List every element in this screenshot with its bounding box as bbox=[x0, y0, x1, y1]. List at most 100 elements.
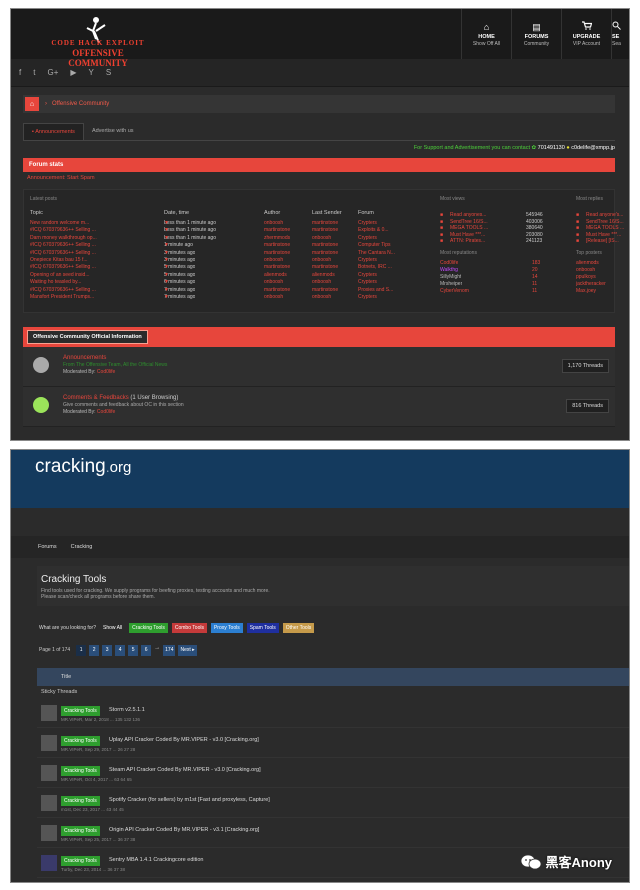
reply-topic[interactable]: Read anyone's... bbox=[586, 212, 629, 218]
avatar[interactable] bbox=[41, 795, 57, 811]
poster-name[interactable]: Max.joey bbox=[576, 288, 596, 294]
poster-name[interactable]: ppulkoys bbox=[576, 274, 596, 280]
filter-button[interactable]: Combo Tools bbox=[171, 623, 207, 633]
forum-row-feedback[interactable]: Comments & Feedbacks (1 User Browsing) G… bbox=[23, 387, 615, 427]
reply-topic[interactable]: Must Have ***... bbox=[586, 232, 629, 238]
prefix-badge[interactable]: Cracking Tools bbox=[61, 766, 100, 776]
prefix-badge[interactable]: Cracking Tools bbox=[61, 736, 100, 746]
document-icon: ▤ bbox=[532, 21, 541, 32]
nav-home-sub: Show Off All bbox=[472, 40, 501, 47]
thread-title[interactable]: Uplay API Cracker Coded By MR.VIPER - v3… bbox=[109, 737, 259, 743]
list-item[interactable]: jacktheracker bbox=[24, 281, 614, 288]
list-item[interactable]: alienmods bbox=[24, 260, 614, 267]
avatar[interactable] bbox=[41, 735, 57, 751]
prefix-badge[interactable]: Cracking Tools bbox=[61, 706, 100, 716]
youtube-icon[interactable]: ▶ bbox=[70, 68, 76, 77]
site-logo[interactable]: cracking.org bbox=[35, 456, 131, 478]
filter-button[interactable]: Proxy Tools bbox=[210, 623, 243, 633]
cracking-org-screenshot: cracking.org Forums Cracking Cracking To… bbox=[10, 449, 630, 883]
table-row[interactable]: Mansfort President Trumps... ▼ 7 minutes … bbox=[24, 294, 614, 301]
prefix-badge[interactable]: Cracking Tools bbox=[61, 796, 100, 806]
forum-title[interactable]: Announcements bbox=[63, 355, 106, 361]
col-title[interactable]: Title bbox=[61, 674, 71, 680]
avatar[interactable] bbox=[41, 765, 57, 781]
page-button[interactable]: 174 bbox=[163, 644, 176, 656]
poster-name[interactable]: jacktheracker bbox=[576, 281, 606, 287]
tab-announcements[interactable]: ▪ Announcements bbox=[23, 123, 84, 140]
filter-button[interactable]: Other Tools bbox=[282, 623, 315, 633]
bullet-icon: ■ bbox=[576, 238, 580, 245]
prefix-filter: What are you looking for? Show All Cracki… bbox=[39, 622, 629, 634]
reply-topic[interactable]: [Release] [IS... bbox=[586, 238, 629, 244]
thread-row[interactable]: Cracking Tools Origin API Cracker Coded B… bbox=[37, 818, 629, 848]
avatar[interactable] bbox=[41, 825, 57, 841]
page-button[interactable]: 6 bbox=[141, 644, 152, 656]
thread-row[interactable]: Cracking Tools Spotify Cracker (for selle… bbox=[37, 788, 629, 818]
thread-title[interactable]: Spotify Cracker (for sellers) by m1st [F… bbox=[109, 797, 270, 803]
logo-main: cracking bbox=[35, 456, 106, 477]
crumb-cracking[interactable]: Cracking bbox=[71, 544, 93, 550]
forum-row-announcements[interactable]: Announcements From The Offensive Team, A… bbox=[23, 347, 615, 387]
thread-title[interactable]: Origin API Cracker Coded By MR.VIPER - v… bbox=[109, 827, 259, 833]
tab-advertise[interactable]: Advertise with us bbox=[84, 123, 142, 140]
home-icon[interactable]: ⌂ bbox=[25, 97, 39, 111]
avatar[interactable] bbox=[41, 855, 57, 871]
support-jabber[interactable]: c0delife@xmpp.jp bbox=[571, 145, 615, 151]
prefix-badge[interactable]: Cracking Tools bbox=[61, 856, 100, 866]
nav-home[interactable]: ⌂ HOME Show Off All bbox=[461, 9, 511, 59]
google-plus-icon[interactable]: G+ bbox=[47, 68, 58, 77]
list-item[interactable]: onboosh bbox=[24, 267, 614, 274]
thread-title[interactable]: Sentry MBA 1.4.1 Crackingcore edition bbox=[109, 857, 203, 863]
breadcrumb-current[interactable]: Offensive Community bbox=[52, 101, 109, 107]
thread-row[interactable]: Cracking Tools Uplay API Cracker Coded By… bbox=[37, 728, 629, 758]
moderator-name[interactable]: Cod0life bbox=[97, 409, 115, 415]
search-icon bbox=[612, 21, 621, 32]
thread-row[interactable]: Cracking Tools Storm v2.5.1.1 MR.VIPeR, Ma… bbox=[37, 698, 629, 728]
filter-button[interactable]: Cracking Tools bbox=[129, 623, 168, 633]
page-button[interactable]: Next ▸ bbox=[178, 644, 197, 656]
pagination: Page 1 of 174 1 2 3 4 5 6 → 174 Next ▸ bbox=[39, 644, 629, 656]
thread-title[interactable]: Storm v2.5.1.1 bbox=[109, 707, 145, 713]
nav-upgrade[interactable]: UPGRADE VIP Account bbox=[561, 9, 611, 59]
thread-row[interactable]: Cracking Tools Steam API Cracker Coded By… bbox=[37, 758, 629, 788]
page-button[interactable]: 3 bbox=[102, 644, 113, 656]
post-last-sender[interactable]: martinstone bbox=[312, 250, 354, 256]
poster-name[interactable]: onboosh bbox=[576, 267, 595, 273]
avatar[interactable] bbox=[41, 705, 57, 721]
forum-stats-header: Forum stats bbox=[23, 158, 615, 172]
table-row[interactable]: #ICQ 670379636++ Selling ... ▼ 3 minutes … bbox=[24, 250, 614, 257]
filter-button[interactable]: Show All bbox=[99, 623, 126, 633]
forum-description: Find tools used for cracking. We supply … bbox=[41, 588, 441, 600]
post-topic[interactable]: #ICQ 670379636++ Selling ... bbox=[30, 250, 150, 256]
prefix-badge[interactable]: Cracking Tools bbox=[61, 826, 100, 836]
moderator-name[interactable]: Cod0life bbox=[97, 369, 115, 375]
page-button[interactable]: 4 bbox=[115, 644, 126, 656]
chevron-right-icon: › bbox=[45, 101, 47, 107]
thread-title[interactable]: Steam API Cracker Coded By MR.VIPER - v3… bbox=[109, 767, 261, 773]
logo-name: OFFENSIVE COMMUNITY bbox=[68, 48, 128, 68]
list-item[interactable]: ppulkoys bbox=[24, 274, 614, 281]
reply-topic[interactable]: SendTree 16/S... bbox=[586, 219, 629, 225]
poster-name[interactable]: alienmods bbox=[576, 260, 599, 266]
page-button[interactable]: 1 bbox=[76, 644, 87, 656]
facebook-icon[interactable]: f bbox=[19, 68, 21, 77]
page-button[interactable]: 2 bbox=[89, 644, 100, 656]
most-replies-label: Most replies bbox=[576, 196, 603, 202]
list-item[interactable]: ■ [Release] [IS... bbox=[24, 238, 619, 245]
ycombinator-icon[interactable]: Y bbox=[89, 68, 94, 77]
filter-button[interactable]: Spam Tools bbox=[246, 623, 279, 633]
crumb-forums[interactable]: Forums bbox=[38, 544, 57, 550]
nav-search[interactable]: SE Sea bbox=[611, 9, 629, 59]
list-item[interactable]: Max.joey bbox=[24, 288, 614, 295]
reply-topic[interactable]: MEGA TOOLS ... bbox=[586, 225, 629, 231]
post-author[interactable]: martinstone bbox=[264, 250, 308, 256]
page-button[interactable]: 5 bbox=[128, 644, 139, 656]
forum-title-text[interactable]: Comments & Feedbacks bbox=[63, 395, 129, 401]
post-forum[interactable]: The Cantara N... bbox=[358, 250, 428, 256]
support-icq[interactable]: 701491130 bbox=[538, 145, 565, 151]
nav-forums[interactable]: ▤ FORUMS Community bbox=[511, 9, 561, 59]
announcement-line[interactable]: Announcement: Start Spam bbox=[27, 175, 629, 183]
skype-icon[interactable]: S bbox=[106, 68, 111, 77]
site-logo[interactable]: CODE HACK EXPLOIT OFFENSIVE COMMUNITY bbox=[43, 15, 153, 68]
twitter-icon[interactable]: t bbox=[33, 68, 35, 77]
